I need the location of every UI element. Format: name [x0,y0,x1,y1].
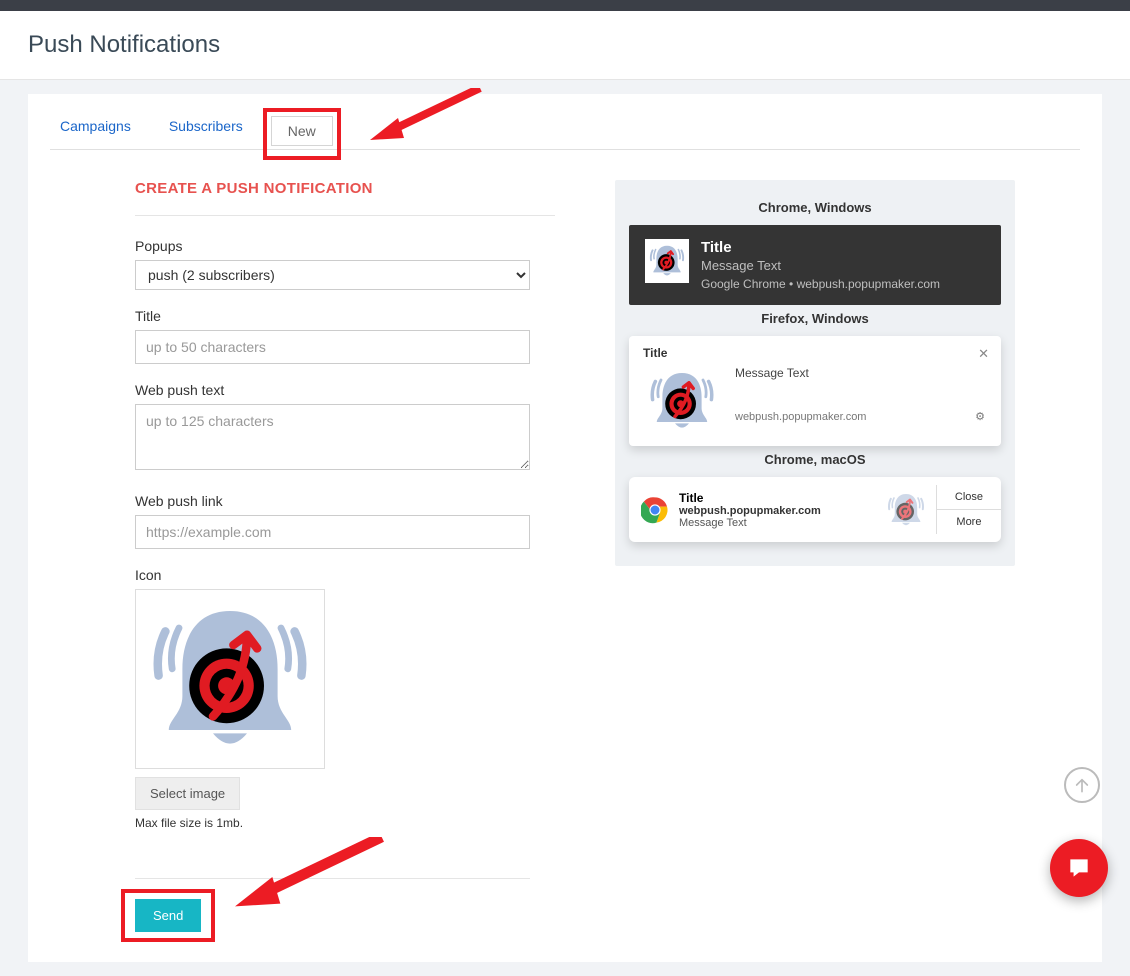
select-image-button[interactable]: Select image [135,777,240,810]
previews-panel: Chrome, Windows Title Message Text Googl… [615,180,1015,566]
top-nav-bar [0,0,1130,11]
arrow-up-icon [1074,777,1090,793]
icon-preview [135,589,325,769]
preview-source: Google Chrome • webpush.popupmaker.com [701,277,940,291]
text-label: Web push text [135,382,555,398]
scroll-to-top-button[interactable] [1064,767,1100,803]
title-input[interactable] [135,330,530,364]
preview-message: Message Text [735,366,987,380]
link-label: Web push link [135,493,555,509]
chat-icon [1066,855,1092,881]
title-label: Title [135,308,555,324]
icon-label: Icon [135,567,555,583]
popups-label: Popups [135,238,555,254]
bell-target-icon [886,490,926,530]
annotation-arrow-send [235,837,395,917]
tabs: Campaigns Subscribers New [50,94,1080,150]
chat-button[interactable] [1050,839,1108,897]
preview-chrome-windows: Title Message Text Google Chrome • webpu… [629,225,1001,305]
preview-message: Message Text [701,258,940,273]
preview-firefox-windows: Title ✕ Message Text webpush.popupmaker.… [629,336,1001,446]
tab-campaigns[interactable]: Campaigns [50,112,141,149]
send-button[interactable]: Send [135,899,201,932]
bell-target-icon [145,594,315,764]
create-form: CREATE A PUSH NOTIFICATION Popups push (… [135,180,555,932]
page-header: Push Notifications [0,11,1130,80]
preview-source: webpush.popupmaker.com [735,411,866,423]
preview-title: Title [643,346,987,360]
more-button[interactable]: More [937,509,1001,534]
page-title: Push Notifications [28,31,1102,59]
link-input[interactable] [135,515,530,549]
text-textarea[interactable] [135,404,530,470]
close-button[interactable]: Close [937,485,1001,509]
tab-subscribers[interactable]: Subscribers [159,112,253,149]
chrome-mac-label: Chrome, macOS [629,452,1001,467]
file-size-hint: Max file size is 1mb. [135,816,555,830]
form-heading: CREATE A PUSH NOTIFICATION [135,180,555,216]
close-icon[interactable]: ✕ [978,346,989,362]
preview-title: Title [679,491,876,505]
bell-target-icon [645,239,689,283]
main-panel: Campaigns Subscribers New CREATE A PUSH … [28,94,1102,962]
bell-target-icon [643,366,721,436]
annotation-arrow-new [370,88,490,148]
tab-new[interactable]: New [271,116,333,146]
chrome-win-label: Chrome, Windows [629,200,1001,215]
preview-message: Message Text [679,517,876,529]
chrome-logo-icon [641,496,669,524]
firefox-win-label: Firefox, Windows [629,311,1001,326]
preview-chrome-macos: Title webpush.popupmaker.com Message Tex… [629,477,1001,542]
gear-icon[interactable]: ⚙ [975,410,985,423]
popups-select[interactable]: push (2 subscribers) [135,260,530,290]
preview-title: Title [701,239,940,256]
preview-source: webpush.popupmaker.com [679,505,876,517]
